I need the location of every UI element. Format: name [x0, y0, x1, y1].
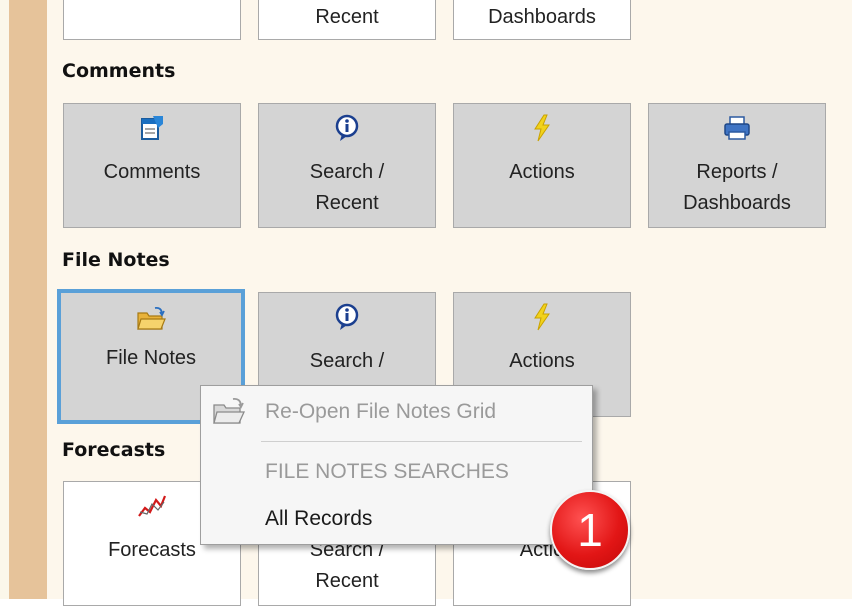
tile-label: File Notes	[105, 347, 197, 369]
folder-open-icon	[211, 396, 247, 428]
menu-item-all-records[interactable]: All Records	[265, 505, 372, 533]
tile-comments[interactable]: Comments	[63, 103, 241, 228]
comment-note-icon	[64, 114, 240, 142]
menu-header-file-notes-searches: FILE NOTES SEARCHES	[265, 460, 509, 483]
tile-comments-reports-dashboards[interactable]: Reports / Dashboards	[648, 103, 826, 228]
section-label-file-notes: File Notes	[62, 249, 170, 271]
tile-label: Actions	[509, 161, 575, 183]
left-edge	[0, 0, 9, 599]
tile-label: Search / Recent	[309, 161, 385, 214]
tile-top-search-recent[interactable]: Recent	[258, 0, 436, 40]
info-search-icon	[259, 303, 435, 331]
tile-top-reports-dashboards[interactable]: Dashboards	[453, 0, 631, 40]
tile-label: Reports / Dashboards	[683, 161, 791, 214]
tile-label: Actions	[509, 350, 575, 372]
context-menu: Re-Open File Notes Grid FILE NOTES SEARC…	[200, 385, 593, 545]
lightning-bolt-icon	[454, 114, 630, 142]
left-sidebar-stripe	[9, 0, 47, 599]
section-label-comments: Comments	[62, 60, 176, 82]
info-search-icon	[259, 114, 435, 142]
tile-label: Comments	[103, 161, 201, 183]
tile-comments-search-recent[interactable]: Search / Recent	[258, 103, 436, 228]
menu-item-reopen-file-notes-grid[interactable]: Re-Open File Notes Grid	[265, 398, 496, 426]
step-badge: 1	[550, 490, 630, 570]
menu-separator	[261, 441, 582, 442]
tile-label: Dashboards	[488, 6, 596, 28]
tile-top-blank[interactable]	[63, 0, 241, 40]
lightning-bolt-icon	[454, 303, 630, 331]
section-label-forecasts: Forecasts	[62, 439, 166, 461]
tile-comments-actions[interactable]: Actions	[453, 103, 631, 228]
printer-icon	[649, 114, 825, 142]
tile-label: Search /	[309, 350, 385, 372]
folder-open-icon	[61, 305, 241, 333]
tile-label: Recent	[315, 6, 379, 28]
